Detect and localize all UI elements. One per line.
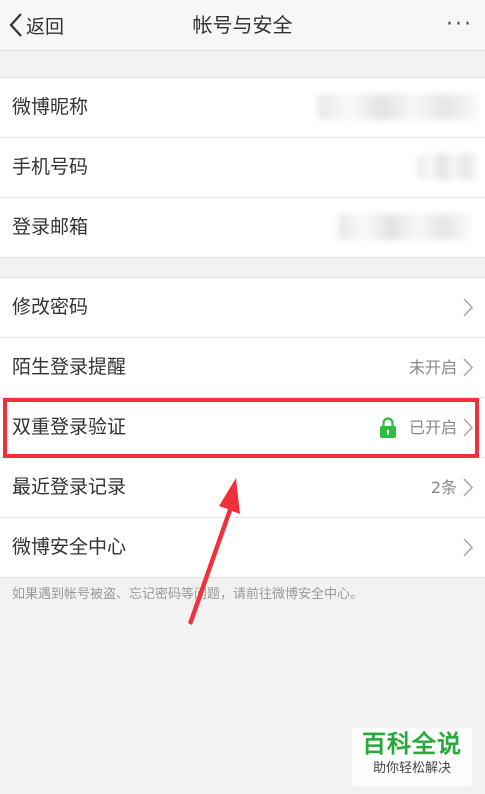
row-label: 修改密码 [12,296,89,318]
watermark-logo: 百科全说 助你轻松解决 [352,728,472,786]
row-label: 微博安全中心 [12,536,127,558]
row-label: 手机号码 [12,156,89,178]
watermark-subtitle: 助你轻松解决 [372,761,451,776]
row-label: 双重登录验证 [12,416,127,438]
back-label: 返回 [26,15,65,38]
lock-icon [380,417,396,438]
back-button[interactable]: 返回 [8,0,64,50]
row-change-password[interactable]: 修改密码 [0,278,485,338]
chevron-right-icon [463,538,473,557]
chevron-right-icon [463,418,473,437]
row-phone-number[interactable]: 手机号码 [0,138,485,198]
row-unfamiliar-login-alert[interactable]: 陌生登录提醒 未开启 [0,338,485,398]
chevron-right-icon [463,478,473,497]
row-weibo-nickname[interactable]: 微博昵称 [0,78,485,138]
row-two-factor-login[interactable]: 双重登录验证 已开启 [0,398,485,458]
row-label: 微博昵称 [12,96,89,118]
status-value: 未开启 [408,358,457,377]
chevron-right-icon [463,358,473,377]
redacted-value [318,94,478,120]
redacted-value [418,154,478,180]
chevron-right-icon [463,298,473,317]
redacted-value [338,214,470,240]
chevron-left-icon [9,13,22,37]
row-login-email[interactable]: 登录邮箱 [0,198,485,257]
count-value: 2条 [430,478,457,497]
row-label: 陌生登录提醒 [12,356,127,378]
more-icon[interactable]: ··· [446,0,473,50]
row-recent-login-records[interactable]: 最近登录记录 2条 [0,458,485,518]
row-label: 登录邮箱 [12,216,89,238]
security-settings-group: 修改密码 陌生登录提醒 未开启 双重登录验证 已开启 最近登录记录 2条 微博安… [0,277,485,578]
page-title: 帐号与安全 [192,13,293,37]
navigation-bar: 返回 帐号与安全 ··· [0,0,485,51]
row-label: 最近登录记录 [12,476,127,498]
row-weibo-security-center[interactable]: 微博安全中心 [0,518,485,577]
footnote: 如果遇到帐号被盗、忘记密码等问题，请前往微博安全中心。 [12,587,364,602]
watermark-title: 百科全说 [362,730,462,758]
account-info-group: 微博昵称 手机号码 登录邮箱 [0,77,485,258]
status-value: 已开启 [408,418,457,437]
